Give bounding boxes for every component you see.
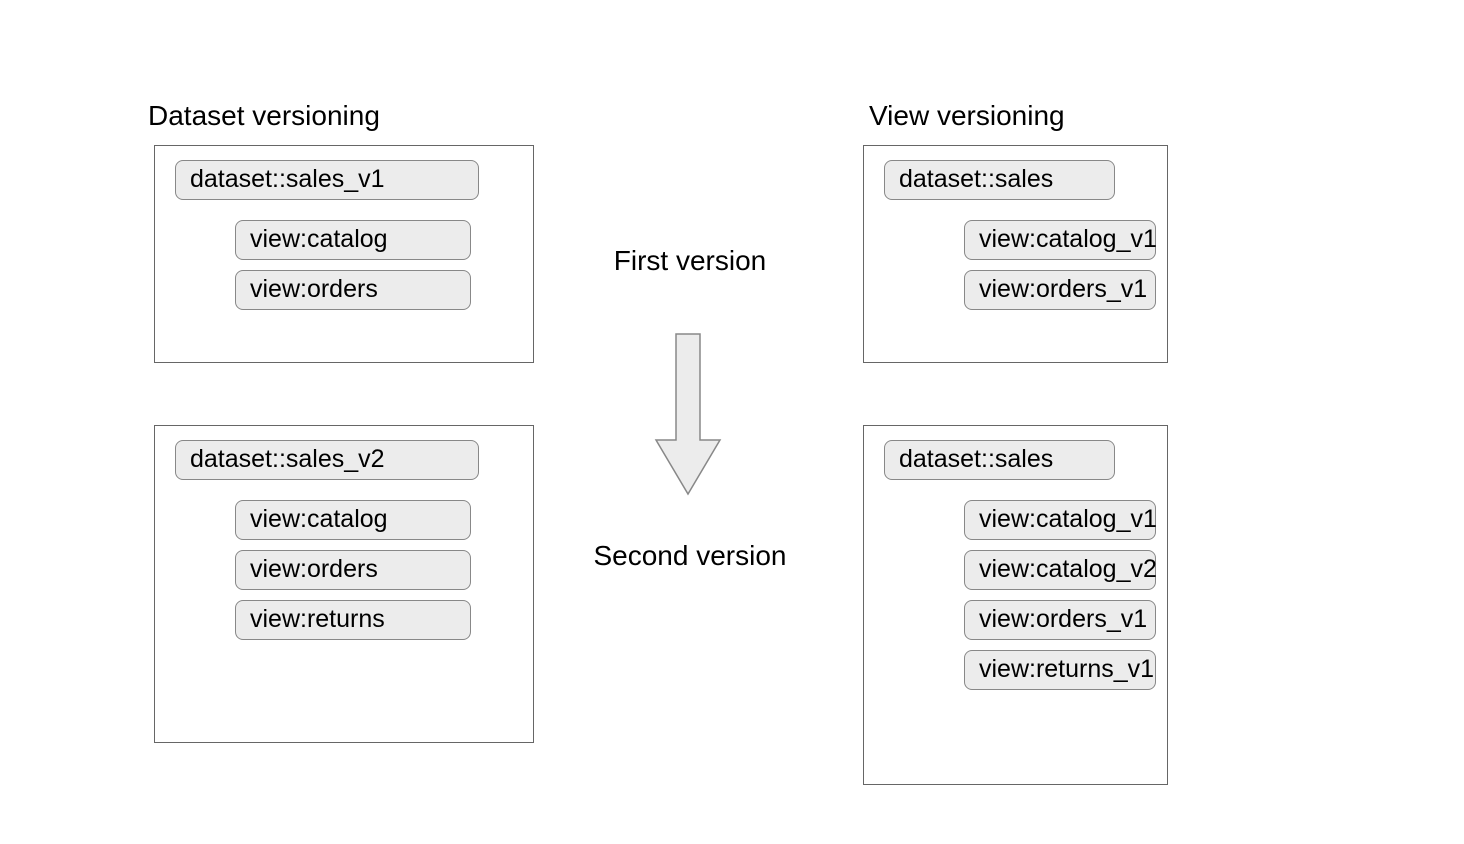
label-first-version: First version	[560, 245, 820, 277]
box-dataset-sales-right-v1: dataset::sales view:catalog_v1 view:orde…	[863, 145, 1168, 363]
pill-view-returns-v1: view:returns_v1	[964, 650, 1156, 690]
box-dataset-sales-v2: dataset::sales_v2 view:catalog view:orde…	[154, 425, 534, 743]
pill-view-orders: view:orders	[235, 550, 471, 590]
box-dataset-sales-right-v2: dataset::sales view:catalog_v1 view:cata…	[863, 425, 1168, 785]
down-arrow-icon	[648, 330, 728, 505]
pill-view-orders-v1: view:orders_v1	[964, 270, 1156, 310]
views-group-left-v1: view:catalog view:orders	[235, 220, 513, 310]
pill-view-catalog-v2: view:catalog_v2	[964, 550, 1156, 590]
pill-view-catalog-v1: view:catalog_v1	[964, 500, 1156, 540]
box-dataset-sales-v1: dataset::sales_v1 view:catalog view:orde…	[154, 145, 534, 363]
views-group-right-v1: view:catalog_v1 view:orders_v1	[964, 220, 1147, 310]
views-group-right-v2: view:catalog_v1 view:catalog_v2 view:ord…	[964, 500, 1147, 690]
pill-view-catalog: view:catalog	[235, 220, 471, 260]
diagram-canvas: Dataset versioning View versioning datas…	[0, 0, 1464, 844]
label-second-version: Second version	[560, 540, 820, 572]
pill-dataset-sales: dataset::sales	[884, 160, 1115, 200]
pill-dataset-sales: dataset::sales	[884, 440, 1115, 480]
heading-dataset-versioning: Dataset versioning	[148, 100, 380, 132]
pill-dataset-sales-v2: dataset::sales_v2	[175, 440, 479, 480]
heading-view-versioning: View versioning	[869, 100, 1065, 132]
views-group-left-v2: view:catalog view:orders view:returns	[235, 500, 513, 640]
pill-view-catalog-v1: view:catalog_v1	[964, 220, 1156, 260]
pill-view-orders: view:orders	[235, 270, 471, 310]
pill-dataset-sales-v1: dataset::sales_v1	[175, 160, 479, 200]
pill-view-catalog: view:catalog	[235, 500, 471, 540]
pill-view-returns: view:returns	[235, 600, 471, 640]
pill-view-orders-v1: view:orders_v1	[964, 600, 1156, 640]
